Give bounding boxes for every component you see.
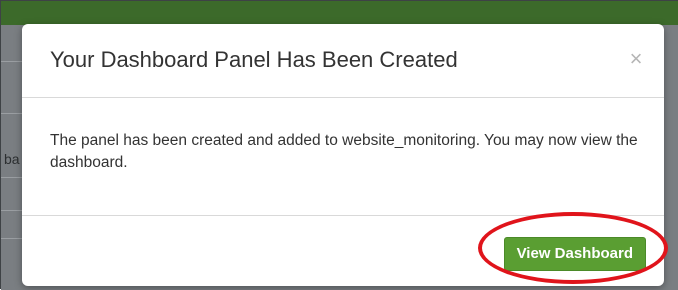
background-divider [1, 210, 23, 211]
view-dashboard-button[interactable]: View Dashboard [503, 237, 646, 271]
close-icon[interactable]: × [622, 44, 650, 74]
background-divider [1, 238, 23, 239]
app-top-bar [1, 1, 678, 25]
modal-body-text: The panel has been created and added to … [50, 132, 638, 171]
modal-header: Your Dashboard Panel Has Been Created × [22, 24, 664, 98]
background-divider [1, 61, 23, 62]
background-divider [1, 113, 23, 114]
background-divider [1, 177, 23, 178]
dashboard-created-modal: Your Dashboard Panel Has Been Created × … [22, 24, 664, 286]
modal-footer: View Dashboard [22, 215, 664, 286]
modal-title: Your Dashboard Panel Has Been Created [50, 47, 458, 72]
background-text-snippet: ba [4, 151, 20, 167]
